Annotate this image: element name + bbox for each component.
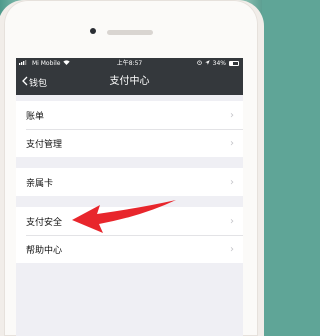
chevron-right-icon: › <box>230 109 234 121</box>
earpiece-speaker <box>107 30 153 35</box>
battery-percent: 34% <box>212 60 226 67</box>
list-item-label: 亲属卡 <box>26 178 54 189</box>
chevron-right-icon: › <box>230 176 234 188</box>
page-title: 支付中心 <box>109 76 150 87</box>
list-item-help-center[interactable]: 帮助中心 › <box>16 235 243 263</box>
status-right: 34% <box>196 58 239 69</box>
navigation-bar: 钱包 支付中心 <box>16 69 243 95</box>
list-item-payment-management[interactable]: 支付管理 › <box>16 129 243 157</box>
front-camera <box>90 28 96 34</box>
list-item-label: 支付安全 <box>26 217 63 228</box>
status-bar: Mi Mobile 上午8:57 34% <box>16 58 243 69</box>
chevron-right-icon: › <box>230 137 234 149</box>
menu-group-1: 账单 › 支付管理 › <box>16 101 243 157</box>
red-annotation-arrow-icon <box>72 200 176 233</box>
chevron-right-icon: › <box>230 243 234 255</box>
alarm-icon <box>196 58 202 69</box>
list-item-label: 支付管理 <box>26 139 63 150</box>
location-icon <box>204 58 210 69</box>
list-item-bill[interactable]: 账单 › <box>16 101 243 129</box>
chevron-right-icon: › <box>230 215 234 227</box>
battery-icon <box>229 61 239 66</box>
list-item-label: 帮助中心 <box>26 245 63 256</box>
list-item-label: 账单 <box>26 111 45 122</box>
